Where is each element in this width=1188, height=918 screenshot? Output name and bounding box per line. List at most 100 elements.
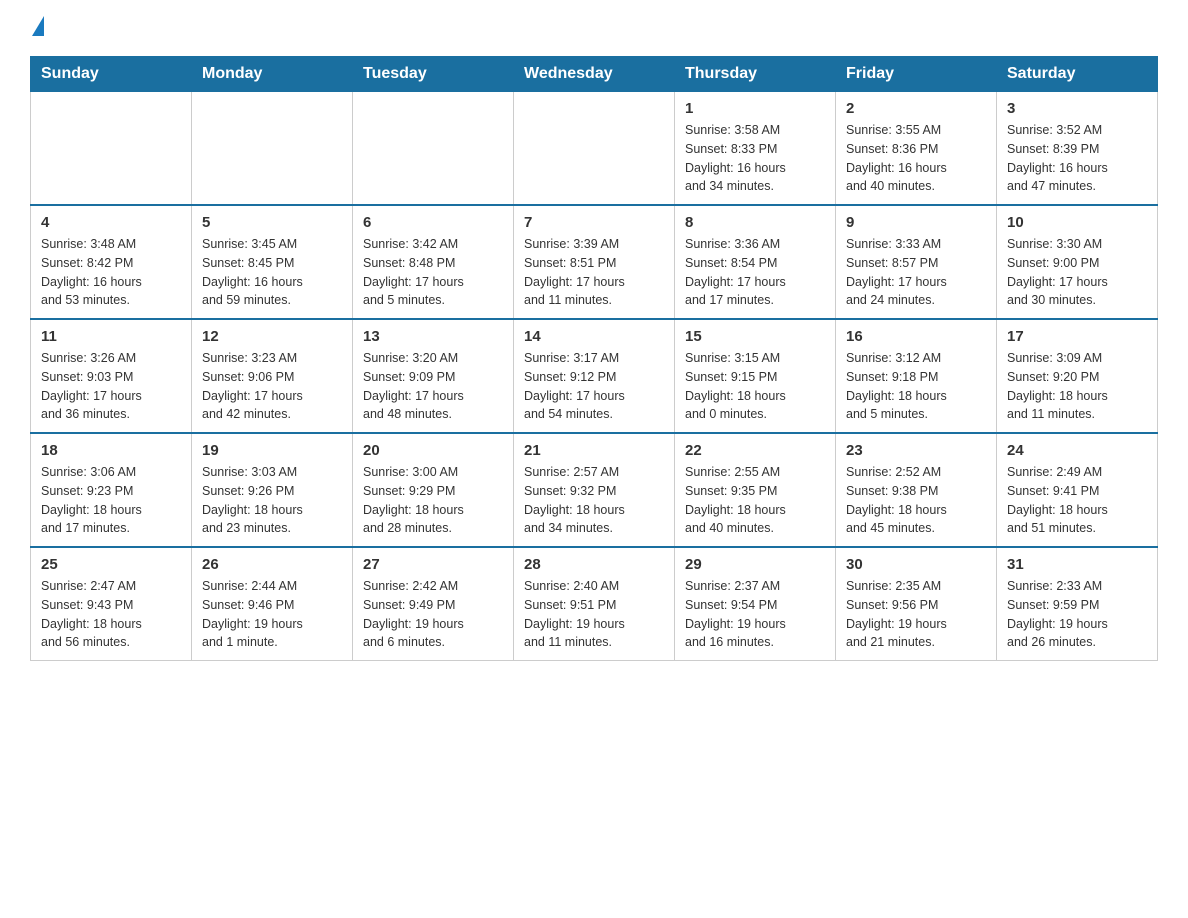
day-number: 2 xyxy=(846,100,986,117)
calendar-cell: 7 Sunrise: 3:39 AMSunset: 8:51 PMDaylight… xyxy=(514,205,675,319)
calendar-cell: 17 Sunrise: 3:09 AMSunset: 9:20 PMDayligh… xyxy=(997,319,1158,433)
calendar-cell: 19 Sunrise: 3:03 AMSunset: 9:26 PMDayligh… xyxy=(192,433,353,547)
calendar-cell: 24 Sunrise: 2:49 AMSunset: 9:41 PMDayligh… xyxy=(997,433,1158,547)
day-number: 6 xyxy=(363,214,503,231)
calendar-cell: 3 Sunrise: 3:52 AMSunset: 8:39 PMDaylight… xyxy=(997,92,1158,206)
day-info: Sunrise: 3:15 AMSunset: 9:15 PMDaylight:… xyxy=(685,349,825,424)
calendar-cell: 26 Sunrise: 2:44 AMSunset: 9:46 PMDayligh… xyxy=(192,547,353,661)
calendar-table: Sunday Monday Tuesday Wednesday Thursday… xyxy=(30,56,1158,661)
day-info: Sunrise: 2:47 AMSunset: 9:43 PMDaylight:… xyxy=(41,577,181,652)
day-info: Sunrise: 3:42 AMSunset: 8:48 PMDaylight:… xyxy=(363,235,503,310)
day-info: Sunrise: 2:55 AMSunset: 9:35 PMDaylight:… xyxy=(685,463,825,538)
day-info: Sunrise: 2:52 AMSunset: 9:38 PMDaylight:… xyxy=(846,463,986,538)
day-number: 18 xyxy=(41,442,181,459)
day-number: 21 xyxy=(524,442,664,459)
day-number: 14 xyxy=(524,328,664,345)
calendar-week-row: 25 Sunrise: 2:47 AMSunset: 9:43 PMDayligh… xyxy=(31,547,1158,661)
calendar-cell: 28Sunrise: 2:40 AMSunset: 9:51 PMDayligh… xyxy=(514,547,675,661)
calendar-cell: 18 Sunrise: 3:06 AMSunset: 9:23 PMDayligh… xyxy=(31,433,192,547)
day-number: 25 xyxy=(41,556,181,573)
day-info: Sunrise: 3:39 AMSunset: 8:51 PMDaylight:… xyxy=(524,235,664,310)
calendar-cell: 11Sunrise: 3:26 AMSunset: 9:03 PMDayligh… xyxy=(31,319,192,433)
calendar-cell: 5 Sunrise: 3:45 AMSunset: 8:45 PMDaylight… xyxy=(192,205,353,319)
day-info: Sunrise: 3:58 AMSunset: 8:33 PMDaylight:… xyxy=(685,121,825,196)
col-monday: Monday xyxy=(192,57,353,92)
day-info: Sunrise: 2:49 AMSunset: 9:41 PMDaylight:… xyxy=(1007,463,1147,538)
calendar-week-row: 18 Sunrise: 3:06 AMSunset: 9:23 PMDayligh… xyxy=(31,433,1158,547)
calendar-cell: 14 Sunrise: 3:17 AMSunset: 9:12 PMDayligh… xyxy=(514,319,675,433)
day-info: Sunrise: 3:45 AMSunset: 8:45 PMDaylight:… xyxy=(202,235,342,310)
day-number: 8 xyxy=(685,214,825,231)
calendar-cell: 20Sunrise: 3:00 AMSunset: 9:29 PMDayligh… xyxy=(353,433,514,547)
calendar-cell xyxy=(31,92,192,206)
day-info: Sunrise: 3:33 AMSunset: 8:57 PMDaylight:… xyxy=(846,235,986,310)
day-number: 9 xyxy=(846,214,986,231)
calendar-cell: 9 Sunrise: 3:33 AMSunset: 8:57 PMDaylight… xyxy=(836,205,997,319)
day-info: Sunrise: 2:44 AMSunset: 9:46 PMDaylight:… xyxy=(202,577,342,652)
calendar-cell: 25 Sunrise: 2:47 AMSunset: 9:43 PMDayligh… xyxy=(31,547,192,661)
calendar-header-row: Sunday Monday Tuesday Wednesday Thursday… xyxy=(31,57,1158,92)
day-number: 3 xyxy=(1007,100,1147,117)
day-info: Sunrise: 2:42 AMSunset: 9:49 PMDaylight:… xyxy=(363,577,503,652)
calendar-cell: 4 Sunrise: 3:48 AMSunset: 8:42 PMDaylight… xyxy=(31,205,192,319)
day-number: 20 xyxy=(363,442,503,459)
day-info: Sunrise: 3:12 AMSunset: 9:18 PMDaylight:… xyxy=(846,349,986,424)
day-info: Sunrise: 3:55 AMSunset: 8:36 PMDaylight:… xyxy=(846,121,986,196)
calendar-cell: 29Sunrise: 2:37 AMSunset: 9:54 PMDayligh… xyxy=(675,547,836,661)
day-number: 17 xyxy=(1007,328,1147,345)
calendar-cell: 21Sunrise: 2:57 AMSunset: 9:32 PMDayligh… xyxy=(514,433,675,547)
day-number: 13 xyxy=(363,328,503,345)
day-info: Sunrise: 2:33 AMSunset: 9:59 PMDaylight:… xyxy=(1007,577,1147,652)
calendar-cell xyxy=(514,92,675,206)
logo-triangle-icon xyxy=(32,16,44,36)
day-number: 16 xyxy=(846,328,986,345)
day-number: 10 xyxy=(1007,214,1147,231)
day-number: 30 xyxy=(846,556,986,573)
logo-top xyxy=(30,20,44,36)
calendar-cell: 13Sunrise: 3:20 AMSunset: 9:09 PMDayligh… xyxy=(353,319,514,433)
col-tuesday: Tuesday xyxy=(353,57,514,92)
col-saturday: Saturday xyxy=(997,57,1158,92)
day-number: 26 xyxy=(202,556,342,573)
day-number: 7 xyxy=(524,214,664,231)
day-info: Sunrise: 3:36 AMSunset: 8:54 PMDaylight:… xyxy=(685,235,825,310)
day-number: 1 xyxy=(685,100,825,117)
day-number: 19 xyxy=(202,442,342,459)
calendar-week-row: 11Sunrise: 3:26 AMSunset: 9:03 PMDayligh… xyxy=(31,319,1158,433)
logo xyxy=(30,20,44,36)
calendar-cell: 6 Sunrise: 3:42 AMSunset: 8:48 PMDaylight… xyxy=(353,205,514,319)
day-info: Sunrise: 2:40 AMSunset: 9:51 PMDaylight:… xyxy=(524,577,664,652)
col-wednesday: Wednesday xyxy=(514,57,675,92)
day-number: 24 xyxy=(1007,442,1147,459)
day-number: 5 xyxy=(202,214,342,231)
calendar-cell: 2 Sunrise: 3:55 AMSunset: 8:36 PMDaylight… xyxy=(836,92,997,206)
day-number: 23 xyxy=(846,442,986,459)
col-thursday: Thursday xyxy=(675,57,836,92)
day-info: Sunrise: 3:06 AMSunset: 9:23 PMDaylight:… xyxy=(41,463,181,538)
calendar-cell: 27 Sunrise: 2:42 AMSunset: 9:49 PMDayligh… xyxy=(353,547,514,661)
calendar-cell: 23 Sunrise: 2:52 AMSunset: 9:38 PMDayligh… xyxy=(836,433,997,547)
calendar-cell xyxy=(192,92,353,206)
day-number: 29 xyxy=(685,556,825,573)
calendar-cell: 12Sunrise: 3:23 AMSunset: 9:06 PMDayligh… xyxy=(192,319,353,433)
day-info: Sunrise: 2:35 AMSunset: 9:56 PMDaylight:… xyxy=(846,577,986,652)
calendar-week-row: 4 Sunrise: 3:48 AMSunset: 8:42 PMDaylight… xyxy=(31,205,1158,319)
col-sunday: Sunday xyxy=(31,57,192,92)
day-info: Sunrise: 3:52 AMSunset: 8:39 PMDaylight:… xyxy=(1007,121,1147,196)
day-number: 15 xyxy=(685,328,825,345)
calendar-cell: 15 Sunrise: 3:15 AMSunset: 9:15 PMDayligh… xyxy=(675,319,836,433)
day-info: Sunrise: 3:03 AMSunset: 9:26 PMDaylight:… xyxy=(202,463,342,538)
calendar-cell: 31Sunrise: 2:33 AMSunset: 9:59 PMDayligh… xyxy=(997,547,1158,661)
page-header xyxy=(30,20,1158,36)
day-info: Sunrise: 3:48 AMSunset: 8:42 PMDaylight:… xyxy=(41,235,181,310)
day-number: 4 xyxy=(41,214,181,231)
col-friday: Friday xyxy=(836,57,997,92)
day-info: Sunrise: 3:17 AMSunset: 9:12 PMDaylight:… xyxy=(524,349,664,424)
day-info: Sunrise: 3:30 AMSunset: 9:00 PMDaylight:… xyxy=(1007,235,1147,310)
day-info: Sunrise: 3:09 AMSunset: 9:20 PMDaylight:… xyxy=(1007,349,1147,424)
calendar-cell: 1 Sunrise: 3:58 AMSunset: 8:33 PMDaylight… xyxy=(675,92,836,206)
calendar-cell: 30 Sunrise: 2:35 AMSunset: 9:56 PMDayligh… xyxy=(836,547,997,661)
day-number: 27 xyxy=(363,556,503,573)
calendar-cell: 16 Sunrise: 3:12 AMSunset: 9:18 PMDayligh… xyxy=(836,319,997,433)
day-number: 12 xyxy=(202,328,342,345)
